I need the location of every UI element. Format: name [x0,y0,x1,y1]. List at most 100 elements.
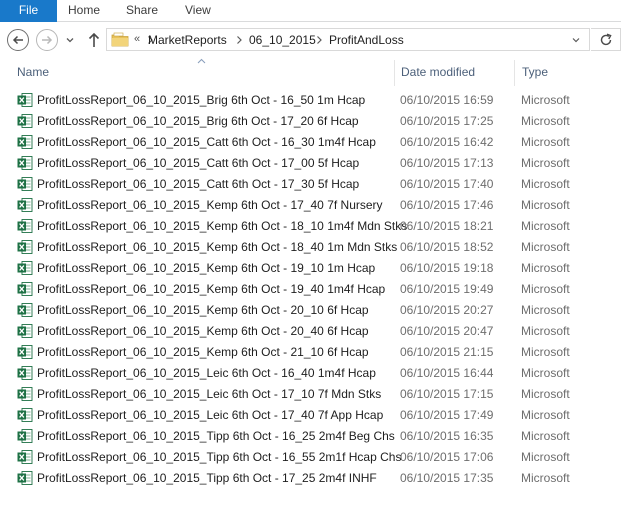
excel-file-icon [17,428,33,444]
file-type: Microsoft [521,177,570,191]
file-row[interactable]: ProfitLossReport_06_10_2015_Tipp 6th Oct… [14,426,621,447]
column-divider[interactable] [514,60,515,86]
excel-file-icon [17,218,33,234]
file-date-modified: 06/10/2015 19:49 [400,282,494,296]
file-date-modified: 06/10/2015 17:06 [400,450,494,464]
folder-icon [111,32,129,47]
file-name: ProfitLossReport_06_10_2015_Leic 6th Oct… [37,366,376,380]
tab-share[interactable]: Share [126,0,158,22]
file-type: Microsoft [521,387,570,401]
navigation-bar: « MarketReports 06_10_2015 ProfitAndLoss [0,22,621,56]
file-date-modified: 06/10/2015 16:35 [400,429,494,443]
breadcrumb-marketreports[interactable]: MarketReports [148,33,227,47]
column-divider[interactable] [394,60,395,86]
file-name: ProfitLossReport_06_10_2015_Kemp 6th Oct… [37,324,369,338]
chevron-right-icon[interactable] [315,35,323,45]
file-row[interactable]: ProfitLossReport_06_10_2015_Kemp 6th Oct… [14,300,621,321]
file-name: ProfitLossReport_06_10_2015_Kemp 6th Oct… [37,303,369,317]
tab-file[interactable]: File [0,0,57,22]
tab-home[interactable]: Home [68,0,100,22]
file-name: ProfitLossReport_06_10_2015_Kemp 6th Oct… [37,198,383,212]
excel-file-icon [17,155,33,171]
file-row[interactable]: ProfitLossReport_06_10_2015_Kemp 6th Oct… [14,216,621,237]
file-type: Microsoft [521,114,570,128]
file-name: ProfitLossReport_06_10_2015_Kemp 6th Oct… [37,261,376,275]
arrow-left-icon [12,35,23,45]
file-date-modified: 06/10/2015 17:15 [400,387,494,401]
column-header-type[interactable]: Type [522,65,548,79]
file-type: Microsoft [521,198,570,212]
sort-ascending-icon [197,58,206,64]
file-name: ProfitLossReport_06_10_2015_Kemp 6th Oct… [37,219,408,233]
forward-button[interactable] [36,29,58,51]
file-row[interactable]: ProfitLossReport_06_10_2015_Kemp 6th Oct… [14,195,621,216]
file-row[interactable]: ProfitLossReport_06_10_2015_Brig 6th Oct… [14,111,621,132]
excel-file-icon [17,113,33,129]
file-type: Microsoft [521,303,570,317]
breadcrumb-overflow[interactable]: « [134,33,140,45]
tab-view[interactable]: View [185,0,211,22]
file-type: Microsoft [521,219,570,233]
excel-file-icon [17,407,33,423]
file-name: ProfitLossReport_06_10_2015_Kemp 6th Oct… [37,240,398,254]
file-name: ProfitLossReport_06_10_2015_Kemp 6th Oct… [37,282,386,296]
file-date-modified: 06/10/2015 17:25 [400,114,494,128]
arrow-up-icon [88,32,100,47]
excel-file-icon [17,197,33,213]
file-type: Microsoft [521,282,570,296]
breadcrumb-profitandloss[interactable]: ProfitAndLoss [329,33,404,47]
refresh-button[interactable] [591,28,621,51]
file-name: ProfitLossReport_06_10_2015_Tipp 6th Oct… [37,450,402,464]
file-date-modified: 06/10/2015 17:40 [400,177,494,191]
file-row[interactable]: ProfitLossReport_06_10_2015_Tipp 6th Oct… [14,468,621,489]
file-type: Microsoft [521,324,570,338]
file-row[interactable]: ProfitLossReport_06_10_2015_Kemp 6th Oct… [14,342,621,363]
file-date-modified: 06/10/2015 16:44 [400,366,494,380]
file-name: ProfitLossReport_06_10_2015_Catt 6th Oct… [37,177,360,191]
file-type: Microsoft [521,240,570,254]
file-type: Microsoft [521,471,570,485]
file-row[interactable]: ProfitLossReport_06_10_2015_Kemp 6th Oct… [14,279,621,300]
file-name: ProfitLossReport_06_10_2015_Brig 6th Oct… [37,93,366,107]
file-type: Microsoft [521,345,570,359]
ribbon-tabs: File Home Share View [0,0,621,22]
file-name: ProfitLossReport_06_10_2015_Kemp 6th Oct… [37,345,369,359]
file-date-modified: 06/10/2015 20:27 [400,303,494,317]
file-name: ProfitLossReport_06_10_2015_Catt 6th Oct… [37,135,376,149]
breadcrumb-06-10-2015[interactable]: 06_10_2015 [249,33,316,47]
file-row[interactable]: ProfitLossReport_06_10_2015_Kemp 6th Oct… [14,258,621,279]
file-row[interactable]: ProfitLossReport_06_10_2015_Kemp 6th Oct… [14,237,621,258]
excel-file-icon [17,176,33,192]
chevron-right-icon[interactable] [235,35,243,45]
file-name: ProfitLossReport_06_10_2015_Brig 6th Oct… [37,114,359,128]
file-type: Microsoft [521,135,570,149]
file-type: Microsoft [521,261,570,275]
chevron-down-icon[interactable] [571,35,581,45]
file-name: ProfitLossReport_06_10_2015_Tipp 6th Oct… [37,471,377,485]
file-date-modified: 06/10/2015 16:59 [400,93,494,107]
back-button[interactable] [7,29,29,51]
file-row[interactable]: ProfitLossReport_06_10_2015_Kemp 6th Oct… [14,321,621,342]
file-row[interactable]: ProfitLossReport_06_10_2015_Tipp 6th Oct… [14,447,621,468]
excel-file-icon [17,449,33,465]
file-type: Microsoft [521,429,570,443]
excel-file-icon [17,260,33,276]
file-row[interactable]: ProfitLossReport_06_10_2015_Leic 6th Oct… [14,384,621,405]
recent-locations-button[interactable] [64,34,76,46]
column-header-date-modified[interactable]: Date modified [401,65,475,79]
file-date-modified: 06/10/2015 17:13 [400,156,494,170]
file-name: ProfitLossReport_06_10_2015_Leic 6th Oct… [37,408,384,422]
file-date-modified: 06/10/2015 19:18 [400,261,494,275]
file-row[interactable]: ProfitLossReport_06_10_2015_Catt 6th Oct… [14,132,621,153]
refresh-icon [600,33,612,46]
file-row[interactable]: ProfitLossReport_06_10_2015_Catt 6th Oct… [14,174,621,195]
column-header-name[interactable]: Name [17,65,49,79]
file-name: ProfitLossReport_06_10_2015_Tipp 6th Oct… [37,429,395,443]
file-row[interactable]: ProfitLossReport_06_10_2015_Brig 6th Oct… [14,90,621,111]
file-type: Microsoft [521,156,570,170]
up-button[interactable] [86,31,102,49]
file-row[interactable]: ProfitLossReport_06_10_2015_Catt 6th Oct… [14,153,621,174]
file-row[interactable]: ProfitLossReport_06_10_2015_Leic 6th Oct… [14,363,621,384]
file-row[interactable]: ProfitLossReport_06_10_2015_Leic 6th Oct… [14,405,621,426]
address-bar[interactable]: « MarketReports 06_10_2015 ProfitAndLoss [106,28,590,51]
